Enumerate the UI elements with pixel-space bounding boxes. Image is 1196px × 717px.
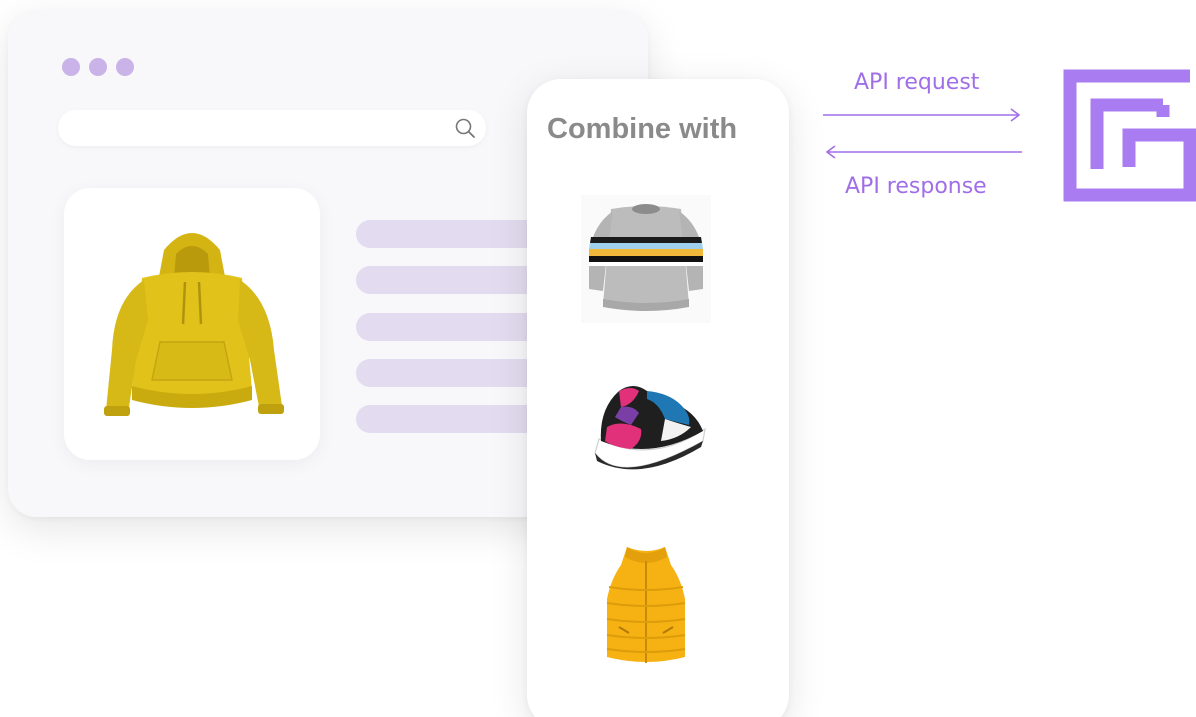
api-request-label: API request	[854, 70, 980, 95]
window-controls	[62, 58, 134, 76]
search-input[interactable]	[58, 110, 486, 146]
yellow-puffer-vest-image	[606, 547, 686, 663]
panel-title: Combine with	[547, 113, 738, 145]
product-card[interactable]	[64, 188, 320, 460]
recommendation-item-sweater[interactable]	[581, 195, 711, 328]
window-dot-1[interactable]	[62, 58, 80, 76]
window-dot-2[interactable]	[89, 58, 107, 76]
window-dot-3[interactable]	[116, 58, 134, 76]
yellow-hoodie-image	[104, 233, 284, 416]
recommendation-item-vest[interactable]	[581, 539, 711, 674]
stage: Combine with API request API response	[0, 0, 1196, 717]
recommendation-panel: Combine with	[527, 79, 789, 717]
api-response-label: API response	[845, 174, 987, 199]
search-icon[interactable]	[454, 117, 476, 139]
sneaker-image	[594, 386, 706, 470]
striped-sweater-image	[581, 195, 711, 323]
recommendation-item-sneaker[interactable]	[581, 369, 711, 494]
brand-logo-icon	[1063, 69, 1196, 202]
arrow-right-icon	[823, 108, 1021, 122]
arrow-left-icon	[825, 145, 1022, 159]
